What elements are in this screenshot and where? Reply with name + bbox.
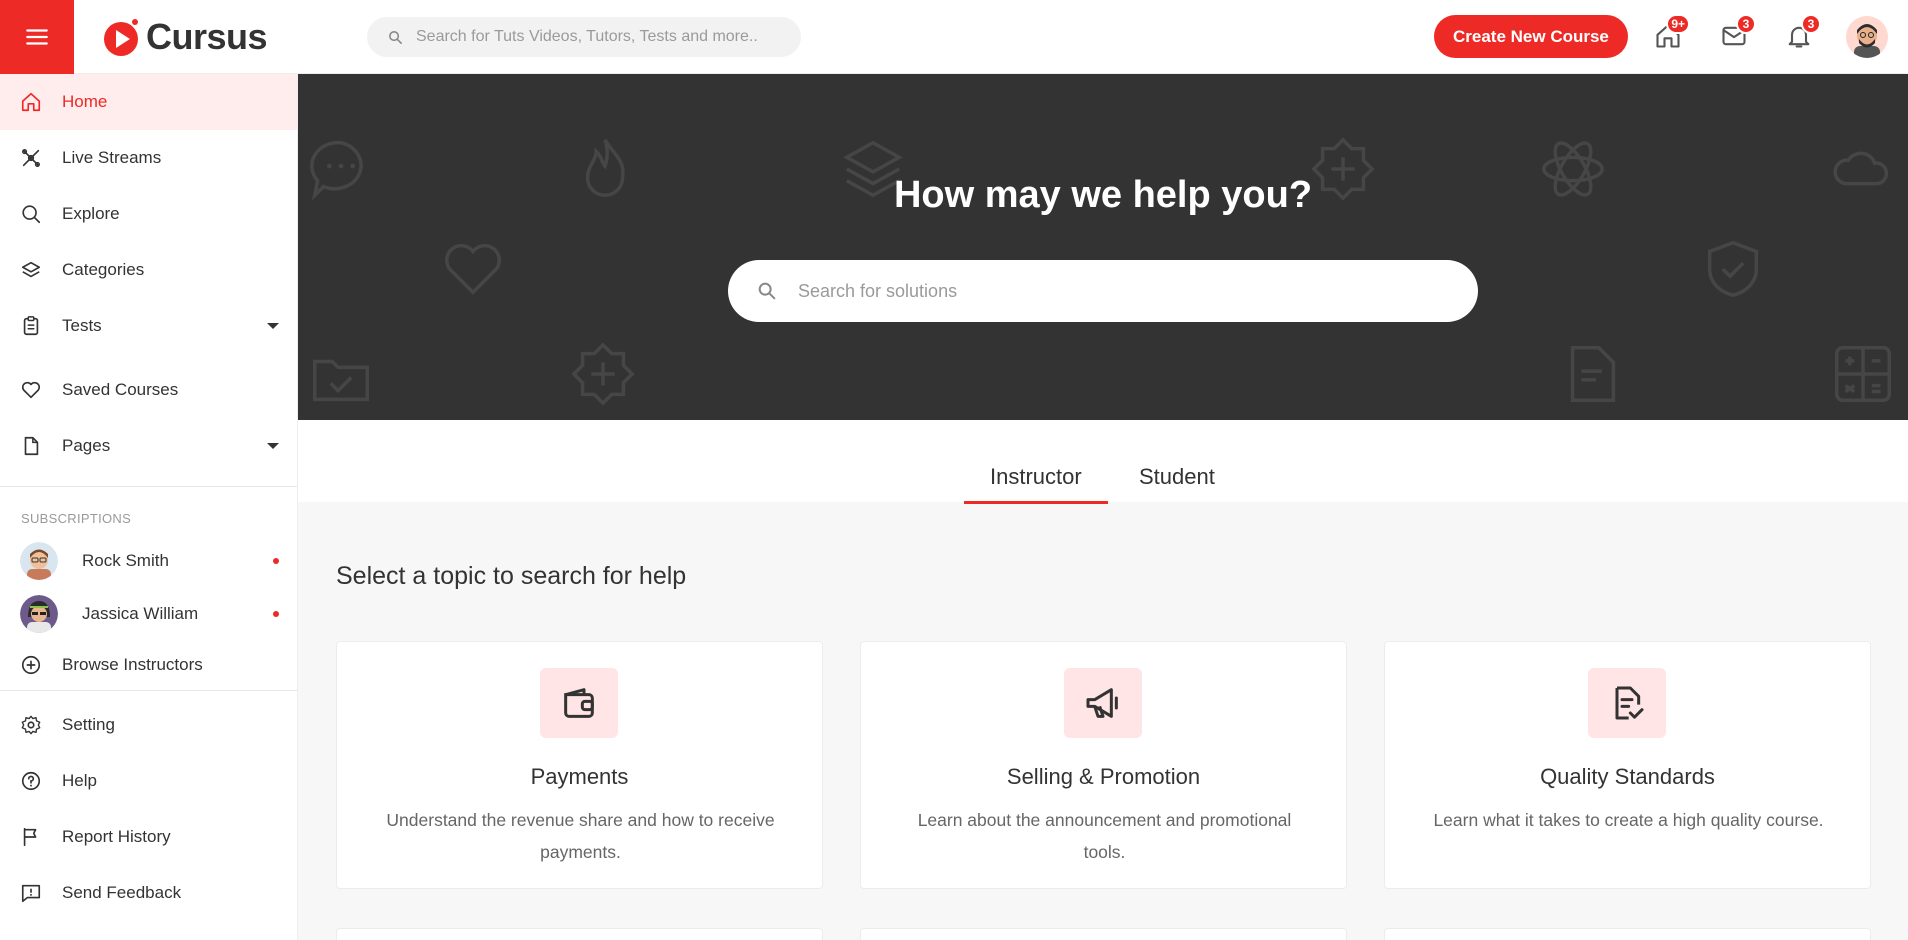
app-name: Cursus: [146, 15, 268, 57]
sidebar-item-live-streams[interactable]: Live Streams: [0, 130, 297, 186]
app-logo[interactable]: Cursus: [100, 15, 268, 58]
sidebar-item-label: Explore: [62, 204, 120, 223]
avatar-image: [1846, 16, 1888, 58]
sidebar-item-send-feedback[interactable]: Send Feedback: [0, 865, 297, 921]
subscription-name: Jassica William: [82, 603, 199, 623]
sidebar-item-label: Send Feedback: [62, 883, 182, 902]
sidebar-item-saved-courses[interactable]: Saved Courses: [0, 362, 297, 418]
hamburger-menu-button[interactable]: [0, 0, 74, 74]
feedback-icon: [21, 884, 41, 903]
clipboard-icon: [23, 316, 39, 336]
calculator-icon: [1835, 346, 1891, 402]
topic-card-quality-standards[interactable]: Quality Standards Learn what it takes to…: [1384, 641, 1871, 889]
card-title: Payments: [530, 764, 629, 789]
card-icon-box: [1588, 668, 1666, 738]
sidebar-item-label: Categories: [62, 260, 145, 279]
layers-icon: [21, 261, 41, 278]
subscription-item[interactable]: Jassica William: [0, 587, 297, 640]
sidebar-item-label: Tests: [62, 316, 102, 335]
status-dot: [273, 558, 279, 564]
play-logo-icon: [104, 18, 138, 56]
chevron-down-icon[interactable]: [267, 323, 279, 329]
search-icon: [389, 30, 402, 44]
live-stream-icon: [22, 149, 40, 167]
gear-icon: [21, 715, 41, 735]
card-description: Understand the revenue share and how to …: [386, 810, 775, 862]
header-mail-button[interactable]: 3: [1718, 14, 1756, 52]
checklist-icon: [1615, 686, 1644, 720]
status-dot: [273, 611, 279, 617]
file-icon: [24, 436, 39, 456]
wallet-icon: [564, 688, 594, 718]
sidebar-item-setting[interactable]: Setting: [0, 697, 297, 753]
subscription-name: Rock Smith: [82, 550, 169, 570]
hero-title: How may we help you?: [893, 174, 1313, 216]
sidebar-item-label: Pages: [62, 436, 111, 455]
card-icon-box: [1064, 668, 1142, 738]
header-home-button[interactable]: 9+: [1652, 14, 1690, 52]
megaphone-icon: [1086, 688, 1118, 718]
user-avatar[interactable]: [1846, 16, 1888, 58]
help-hero-banner: How may we help you?: [298, 74, 1908, 420]
hamburger-icon: [26, 28, 48, 45]
card-description: Learn about the announcement and promoti…: [917, 810, 1292, 862]
subscriptions-heading: SUBSCRIPTIONS: [21, 511, 132, 526]
mail-badge: 3: [1736, 14, 1756, 34]
help-search-input[interactable]: [798, 280, 1438, 302]
help-icon: [21, 771, 41, 791]
sidebar-item-label: Saved Courses: [62, 380, 179, 399]
folder-check-icon: [313, 359, 369, 402]
card-description: Learn what it takes to create a high qua…: [1433, 810, 1824, 830]
card-icon-box: [540, 668, 618, 738]
shield-icon: [1707, 240, 1759, 298]
sidebar-item-label: Browse Instructors: [62, 655, 203, 674]
sidebar-item-categories[interactable]: Categories: [0, 242, 297, 298]
chevron-down-icon[interactable]: [267, 443, 279, 449]
sidebar-item-explore[interactable]: Explore: [0, 186, 297, 242]
heart-icon: [21, 381, 41, 399]
section-title: Select a topic to search for help: [336, 562, 687, 590]
search-icon: [22, 205, 41, 224]
left-sidebar: Home Live Streams Explore Categories Tes…: [0, 74, 298, 940]
sidebar-item-report-history[interactable]: Report History: [0, 809, 297, 865]
card-title: Quality Standards: [1540, 764, 1715, 789]
sidebar-item-label: Home: [62, 92, 108, 111]
topic-card-partial[interactable]: [336, 928, 823, 940]
sidebar-item-label: Help: [62, 771, 97, 790]
home-icon: [21, 92, 41, 112]
home-badge: 9+: [1666, 14, 1690, 34]
tab-instructor[interactable]: Instructor: [964, 464, 1108, 504]
badge-plus-icon: [571, 342, 635, 406]
search-icon: [758, 282, 776, 300]
sidebar-item-label: Setting: [62, 715, 115, 734]
topic-card-selling-promotion[interactable]: Selling & Promotion Learn about the anno…: [860, 641, 1347, 889]
topic-card-partial[interactable]: [1384, 928, 1871, 940]
header-notifications-button[interactable]: 3: [1783, 14, 1821, 52]
avatar: [20, 594, 58, 633]
sidebar-item-label: Live Streams: [62, 148, 162, 167]
topic-card-payments[interactable]: Payments Understand the revenue share an…: [336, 641, 823, 889]
subscription-item[interactable]: Rock Smith: [0, 534, 297, 587]
sidebar-item-browse-instructors[interactable]: Browse Instructors: [0, 640, 297, 690]
sidebar-item-label: Report History: [62, 827, 171, 846]
help-search-bar[interactable]: [728, 260, 1478, 322]
plus-circle-icon: [21, 655, 41, 675]
card-title: Selling & Promotion: [1006, 764, 1201, 789]
topic-card-partial[interactable]: [860, 928, 1347, 940]
top-search-bar[interactable]: [367, 17, 801, 57]
file-edit-icon: [1570, 346, 1616, 402]
help-tabs: Instructor Student: [298, 420, 1908, 504]
top-header: Cursus Create New Course 9+ 3 3: [0, 0, 1908, 74]
sidebar-item-help[interactable]: Help: [0, 753, 297, 809]
avatar: [20, 541, 58, 580]
flag-icon: [23, 827, 37, 847]
sidebar-item-pages[interactable]: Pages: [0, 418, 297, 474]
sidebar-item-tests[interactable]: Tests: [0, 298, 297, 354]
heart-icon: [445, 243, 501, 295]
tab-student[interactable]: Student: [1139, 464, 1215, 504]
bell-badge: 3: [1801, 14, 1821, 34]
top-search-input[interactable]: [416, 28, 786, 46]
create-new-course-button[interactable]: Create New Course: [1434, 15, 1628, 58]
sidebar-item-home[interactable]: Home: [0, 74, 297, 130]
